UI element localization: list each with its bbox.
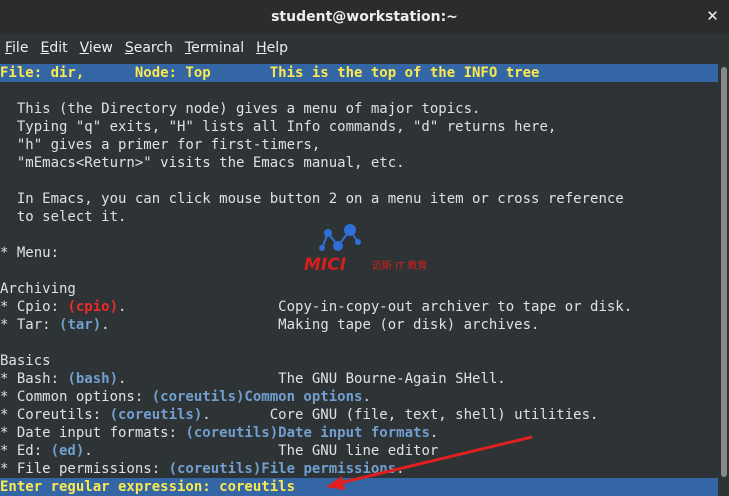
close-icon[interactable]: ✕	[702, 6, 723, 27]
menu-entry-coreutils[interactable]: * Coreutils: (coreutils). Core GNU (file…	[0, 406, 718, 424]
menu-help[interactable]: Help	[251, 40, 293, 56]
menu-entry-cpio[interactable]: * Cpio: (cpio). Copy-in-copy-out archive…	[0, 298, 718, 316]
intro-line-4: "mEmacs<Return>" visits the Emacs manual…	[0, 155, 405, 171]
info-header: File: dir, Node: Top This is the top of …	[0, 64, 718, 82]
window-titlebar: student@workstation:~ ✕	[0, 0, 729, 33]
xref-link[interactable]: (tar)	[59, 317, 101, 333]
menu-search[interactable]: Search	[120, 40, 178, 56]
menu-entry-tar[interactable]: * Tar: (tar). Making tape (or disk) arch…	[0, 316, 718, 334]
watermark-logo: MICI 迈斯 IT 教育	[300, 218, 450, 278]
watermark-brand: MICI	[304, 255, 346, 275]
menu-entry-ed[interactable]: * Ed: (ed). The GNU line editor	[0, 442, 718, 460]
intro-line-1: This (the Directory node) gives a menu o…	[0, 101, 481, 117]
menu-entry-common-options[interactable]: * Common options: (coreutils)Common opti…	[0, 388, 718, 406]
xref-link[interactable]: (bash)	[67, 371, 118, 387]
terminal-area[interactable]: File: dir, Node: Top This is the top of …	[0, 63, 718, 496]
menu-edit[interactable]: Edit	[35, 40, 72, 56]
section-basics: Basics	[0, 353, 51, 369]
menu-entry-bash[interactable]: * Bash: (bash). The GNU Bourne-Again SHe…	[0, 370, 718, 388]
xref-link[interactable]: (coreutils)File permissions	[169, 461, 397, 477]
watermark-cn: 迈斯 IT 教育	[372, 259, 427, 272]
section-archiving: Archiving	[0, 281, 76, 297]
menu-entry-date-input[interactable]: * Date input formats: (coreutils)Date in…	[0, 424, 718, 442]
intro-line-3: "h" gives a primer for first-timers,	[0, 137, 321, 153]
xref-link[interactable]: (cpio)	[67, 299, 118, 315]
scrollbar[interactable]	[718, 63, 729, 496]
watermark-graphic: MICI 迈斯 IT 教育	[304, 224, 427, 275]
menu-entry-file-permissions[interactable]: * File permissions: (coreutils)File perm…	[0, 460, 718, 478]
xref-link[interactable]: (coreutils)Date input formats	[185, 425, 429, 441]
menu-file[interactable]: File	[0, 40, 33, 56]
minibuffer-prompt[interactable]: Enter regular expression: coreutils	[0, 478, 718, 496]
window-title: student@workstation:~	[271, 8, 458, 25]
menu-bar: File Edit View Search Terminal Help	[0, 33, 729, 63]
emacs-line-1: In Emacs, you can click mouse button 2 o…	[0, 191, 624, 207]
xref-link[interactable]: (coreutils)	[110, 407, 203, 423]
intro-line-2: Typing "q" exits, "H" lists all Info com…	[0, 119, 557, 135]
menu-terminal[interactable]: Terminal	[180, 40, 249, 56]
xref-link[interactable]: (ed)	[51, 443, 85, 459]
scrollbar-thumb[interactable]	[721, 67, 727, 477]
xref-link[interactable]: (coreutils)Common options	[152, 389, 363, 405]
menu-view[interactable]: View	[75, 40, 118, 56]
